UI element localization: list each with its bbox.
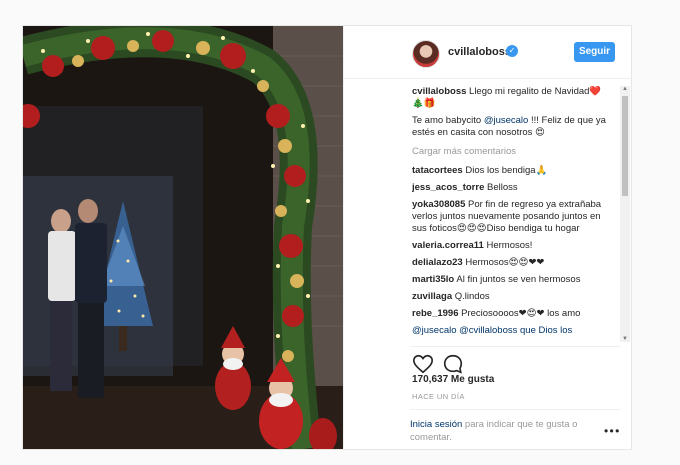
- post-timestamp[interactable]: Hace un día: [412, 392, 465, 401]
- verified-icon: ✓: [506, 45, 518, 57]
- comment-text: Al fin juntos se ven hermosos: [456, 274, 581, 285]
- follow-button[interactable]: Seguir: [574, 42, 615, 62]
- comment: jess_acos_torre Belloss: [412, 182, 612, 194]
- post-card: cvillaloboss ✓ Seguir cvillaloboss Llego…: [22, 25, 632, 450]
- comment-username[interactable]: rebe_1996: [412, 308, 458, 319]
- comment: valeria.correa11 Hermosos!: [412, 240, 612, 252]
- comment-text: Dios los bendiga🙏: [465, 165, 548, 176]
- comments-list[interactable]: cvillaloboss Llego mi regalito de Navida…: [412, 86, 612, 342]
- comment-text: Hermosos!: [486, 240, 533, 251]
- comment-username[interactable]: jess_acos_torre: [412, 182, 484, 193]
- comment-username[interactable]: yoka308085: [412, 199, 465, 210]
- comment-username[interactable]: marti35lo: [412, 274, 454, 285]
- comment: yoka308085 Por fin de regreso ya extraña…: [412, 199, 612, 235]
- comment-text: Preciosoooos❤😍❤ los amo: [461, 308, 581, 319]
- comment-icon[interactable]: [442, 353, 464, 375]
- comment: delialazo23 Hermosos😍😍❤❤: [412, 257, 612, 269]
- comment: @jusecalo @cvillaloboss que Dios los: [412, 325, 612, 337]
- comment-text: Q.lindos: [454, 291, 490, 302]
- scroll-down-icon[interactable]: ▼: [622, 336, 628, 342]
- caption-username[interactable]: cvillaloboss: [412, 86, 466, 97]
- comment-username[interactable]: valeria.correa11: [412, 240, 484, 251]
- comment-username[interactable]: delialazo23: [412, 257, 463, 268]
- comments-scrollbar[interactable]: ▲ ▼: [620, 86, 630, 342]
- comment: marti35lo Al fin juntos se ven hermosos: [412, 274, 612, 286]
- load-more-comments[interactable]: Cargar más comentarios: [412, 146, 612, 158]
- caption-mention[interactable]: @jusecalo: [484, 115, 529, 126]
- christmas-photo: [23, 26, 343, 449]
- more-options-icon[interactable]: • • •: [604, 424, 619, 438]
- comment-mentions[interactable]: @jusecalo @cvillaloboss que Dios los: [412, 325, 572, 336]
- scrollbar-thumb[interactable]: [622, 96, 628, 196]
- post-header: cvillaloboss ✓ Seguir: [344, 26, 632, 79]
- post-actions: [410, 346, 620, 374]
- login-link[interactable]: Inicia sesión: [410, 419, 462, 430]
- username-link[interactable]: cvillaloboss: [448, 46, 511, 58]
- comment-text: Belloss: [487, 182, 518, 193]
- avatar[interactable]: [412, 40, 440, 68]
- caption: cvillaloboss Llego mi regalito de Navida…: [412, 86, 612, 110]
- login-prompt: Inicia sesión para indicar que te gusta …: [410, 409, 620, 444]
- comment: tatacortees Dios los bendiga🙏: [412, 165, 612, 177]
- comment: zuvillaga Q.lindos: [412, 291, 612, 303]
- like-count[interactable]: 170,637 Me gusta: [412, 374, 494, 385]
- post-sidebar: cvillaloboss ✓ Seguir cvillaloboss Llego…: [343, 26, 632, 449]
- post-photo[interactable]: [23, 26, 343, 449]
- heart-icon[interactable]: [412, 353, 434, 375]
- comment-username[interactable]: tatacortees: [412, 165, 463, 176]
- caption-line-2: Te amo babycito @jusecalo !!! Feliz de q…: [412, 115, 612, 139]
- scroll-up-icon[interactable]: ▲: [622, 86, 628, 92]
- caption-text-2a: Te amo babycito: [412, 115, 484, 126]
- comment: rebe_1996 Preciosoooos❤😍❤ los amo: [412, 308, 612, 320]
- comment-text: Hermosos😍😍❤❤: [465, 257, 545, 268]
- comment-username[interactable]: zuvillaga: [412, 291, 452, 302]
